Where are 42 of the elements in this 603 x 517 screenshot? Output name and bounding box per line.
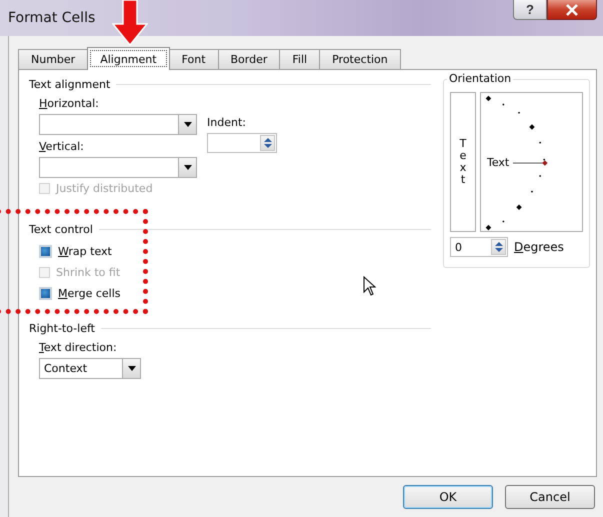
field-label: Horizontal: <box>39 97 100 110</box>
spin-field[interactable] <box>207 133 277 153</box>
arrow-icon <box>112 0 148 46</box>
tab[interactable]: Fill <box>279 49 320 69</box>
field-label: Vertical: <box>39 140 85 153</box>
tab[interactable]: Font <box>168 49 219 69</box>
vertical-text-button[interactable]: Text <box>450 92 476 232</box>
window-title: Format Cells <box>7 10 96 26</box>
cursor-icon <box>363 276 377 296</box>
checkbox[interactable] <box>39 287 52 300</box>
caret-icon <box>128 366 136 371</box>
spin-arrows-icon <box>264 137 272 149</box>
checkbox-label: Justify distributed <box>56 182 153 195</box>
dial-drawing[interactable] <box>483 93 550 231</box>
checkbox-label: Wrap text <box>58 245 112 258</box>
dialog-button[interactable]: Cancel <box>505 485 595 509</box>
dropdown[interactable] <box>39 114 197 135</box>
tab[interactable]: Number <box>18 49 88 69</box>
field-label: Text direction: <box>39 341 117 354</box>
degrees-field[interactable]: 0 <box>450 237 508 257</box>
field-label: Degrees <box>514 240 564 254</box>
tab[interactable]: Alignment <box>87 47 170 70</box>
section-title: Orientation <box>447 72 514 85</box>
checkbox-label: Shrink to fit <box>56 266 120 279</box>
caret-icon <box>184 122 192 127</box>
close-icon <box>565 4 579 16</box>
section-title: Text alignment <box>29 78 110 90</box>
tab[interactable]: Border <box>218 49 280 69</box>
spin-arrows-icon <box>494 241 502 253</box>
checkbox[interactable] <box>39 245 52 258</box>
dropdown[interactable] <box>39 157 197 178</box>
dialog-button[interactable]: OK <box>403 485 493 509</box>
caret-icon <box>184 165 192 170</box>
tab[interactable]: Protection <box>319 49 401 69</box>
section-title: Right-to-left <box>29 322 95 334</box>
dial-label: Text <box>487 156 510 169</box>
close-button[interactable] <box>547 0 597 20</box>
help-button[interactable]: ? <box>513 0 547 20</box>
dropdown[interactable]: Context <box>39 358 141 379</box>
section-title: Text control <box>29 222 93 236</box>
checkbox-label: Merge cells <box>58 287 121 300</box>
field-label: Indent: <box>207 116 247 129</box>
